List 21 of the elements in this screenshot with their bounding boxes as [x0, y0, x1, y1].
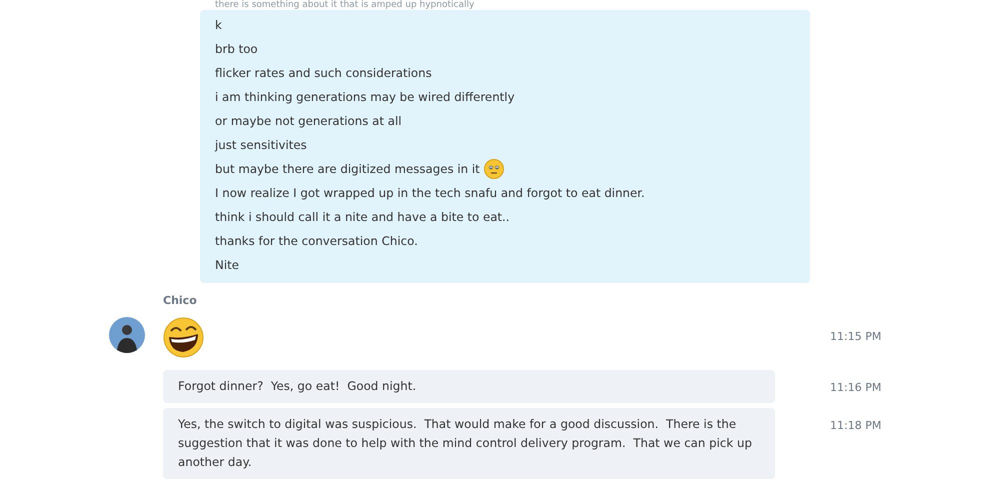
timestamp: 11:16 PM [830, 380, 882, 396]
message-text: k [215, 17, 222, 34]
avatar[interactable] [109, 317, 145, 353]
message-text: brb too [215, 41, 258, 58]
confused-face-icon [484, 159, 504, 179]
message-text: but maybe there are digitized messages in it [215, 161, 480, 178]
timestamp: 11:15 PM [830, 329, 882, 345]
message-bubble: Forgot dinner? Yes, go eat! Good night. [163, 370, 775, 403]
message-text: flicker rates and such considerations [215, 65, 432, 82]
laughing-face-icon [163, 317, 204, 358]
timestamp: 11:18 PM [830, 418, 882, 434]
message-text: think i should call it a nite and have a bite to eat.. [215, 209, 510, 226]
message-text: or maybe not generations at all [215, 113, 402, 130]
message-text: thanks for the conversation Chico. [215, 233, 418, 250]
sender-name: Chico [163, 293, 198, 307]
message-text: just sensitivites [215, 137, 307, 154]
message-bubble: Yes, the switch to digital was suspicious. That would make for a good discussion. There is the suggestion that it was done to help with the mind control delivery program. That we can pick up another day. [163, 408, 775, 479]
message-text: Nite [215, 257, 239, 274]
message-text: i am thinking generations may be wired differently [215, 89, 515, 106]
message-text: I now realize I got wrapped up in the tech snafu and forgot to eat dinner. [215, 185, 645, 202]
message-text: there is something about it that is amped up hypnotically [215, 0, 474, 10]
